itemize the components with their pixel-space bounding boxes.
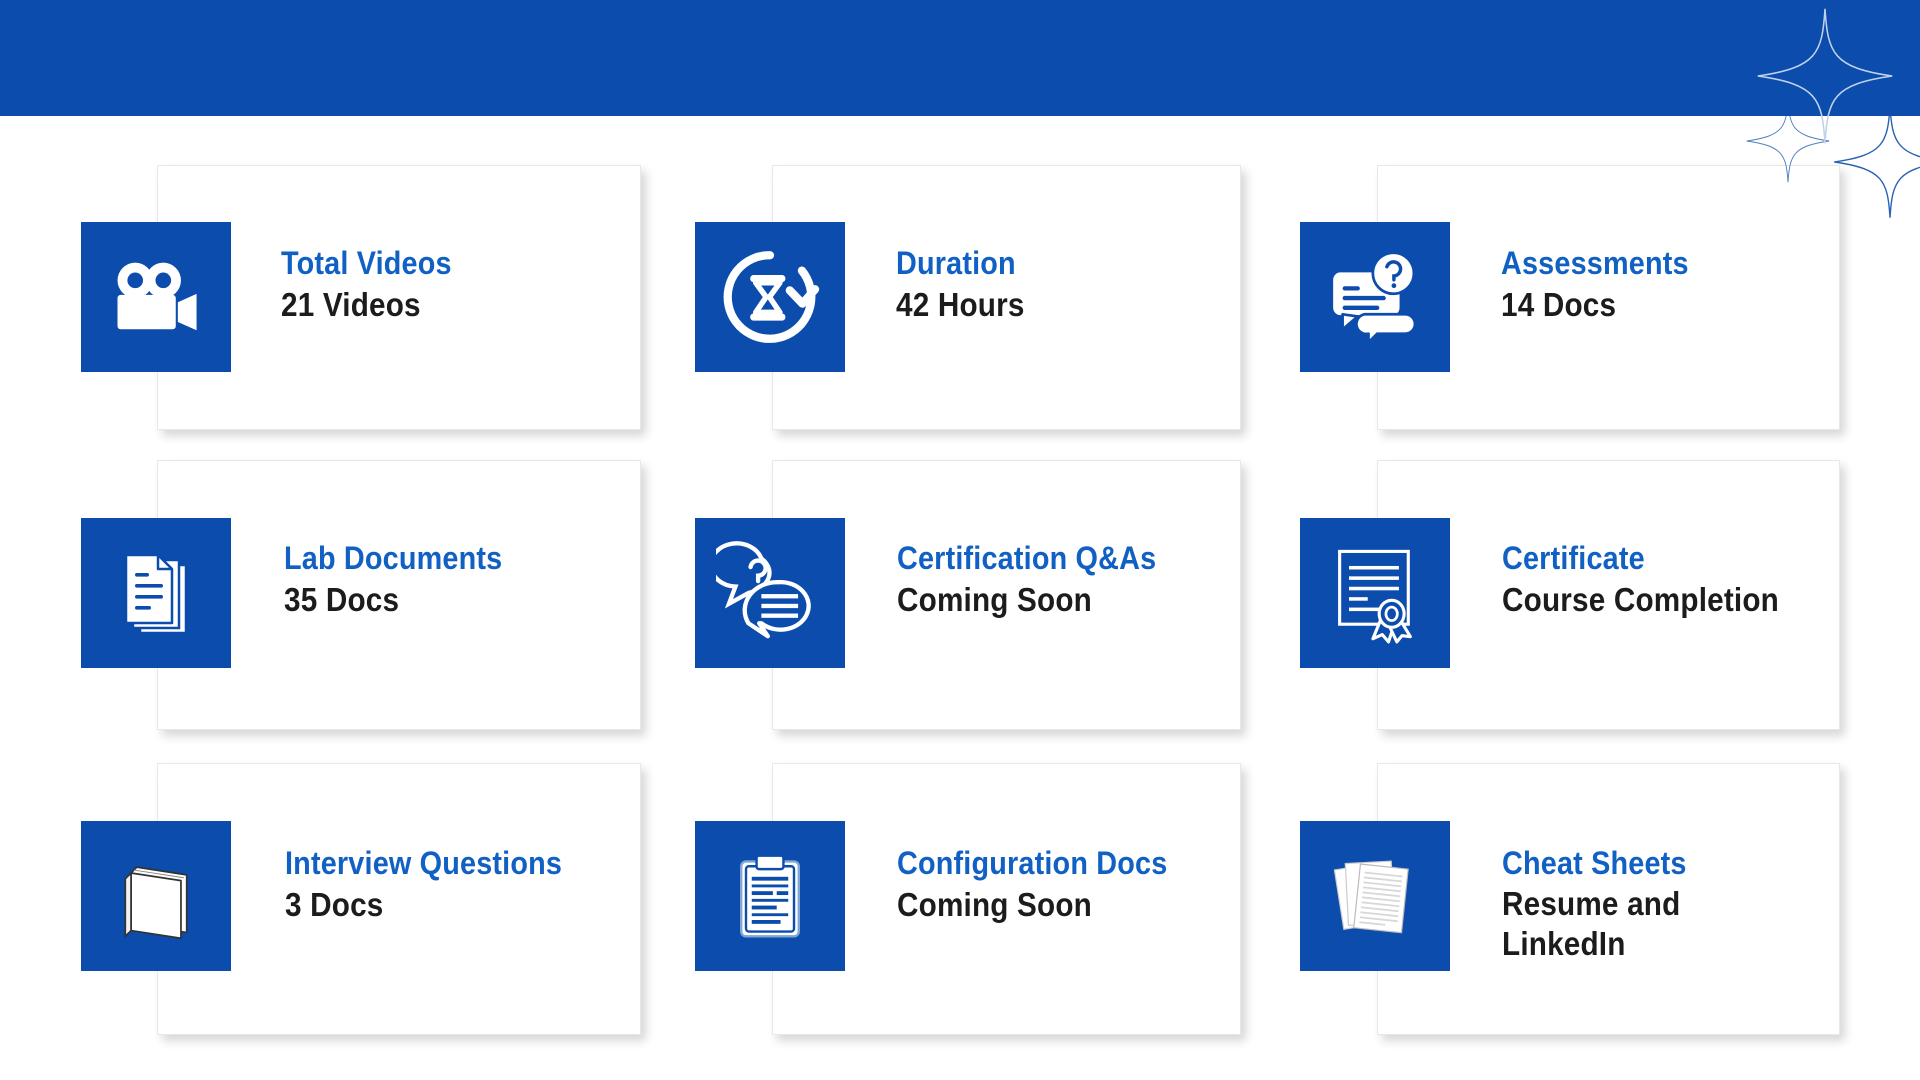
card-title: Interview Questions xyxy=(285,845,563,881)
card-text-block: Interview Questions 3 Docs xyxy=(285,842,593,926)
header-bar xyxy=(0,0,1920,116)
card-value: 35 Docs xyxy=(284,581,400,618)
card-value: Coming Soon xyxy=(897,581,1093,618)
paper-sheets-icon xyxy=(1300,821,1450,971)
feature-card-certification-qas[interactable]: Certification Q&As Coming Soon xyxy=(695,460,1241,730)
feature-card-interview-questions[interactable]: Interview Questions 3 Docs xyxy=(81,763,641,1035)
hourglass-refresh-icon xyxy=(695,222,845,372)
card-text-block: Assessments 14 Docs xyxy=(1501,242,1710,326)
card-text-block: Lab Documents 35 Docs xyxy=(284,537,527,621)
card-value: Course Completion xyxy=(1502,581,1779,618)
feature-card-total-videos[interactable]: Total Videos 21 Videos xyxy=(81,165,641,430)
clipboard-icon xyxy=(695,821,845,971)
card-title: Configuration Docs xyxy=(897,845,1168,881)
card-text-block: Total Videos 21 Videos xyxy=(281,242,471,326)
card-value: 14 Docs xyxy=(1501,286,1617,323)
chat-question-icon xyxy=(1300,222,1450,372)
card-value: Coming Soon xyxy=(897,886,1093,923)
certificate-ribbon-icon xyxy=(1300,518,1450,668)
card-text-block: Certification Q&As Coming Soon xyxy=(897,537,1185,621)
video-camera-icon xyxy=(81,222,231,372)
card-text-block: Duration 42 Hours xyxy=(896,242,1039,326)
card-text-block: Cheat Sheets Resume and LinkedIn xyxy=(1502,842,1707,964)
slide-canvas: What You Will Get Total Vide xyxy=(0,0,1920,1080)
book-icon xyxy=(81,821,231,971)
feature-card-duration[interactable]: Duration 42 Hours xyxy=(695,165,1241,430)
card-text-block: Certificate Course Completion xyxy=(1502,537,1810,621)
feature-card-grid: Total Videos 21 Videos Duration 42 Hours xyxy=(0,0,1920,1080)
card-title: Cheat Sheets xyxy=(1502,845,1687,881)
card-title: Certification Q&As xyxy=(897,540,1157,576)
feature-card-configuration-docs[interactable]: Configuration Docs Coming Soon xyxy=(695,763,1241,1035)
card-value: 42 Hours xyxy=(896,286,1025,323)
card-value: 21 Videos xyxy=(281,286,421,323)
card-title: Duration xyxy=(896,245,1016,281)
documents-stack-icon xyxy=(81,518,231,668)
feature-card-cheat-sheets[interactable]: Cheat Sheets Resume and LinkedIn xyxy=(1300,763,1840,1035)
card-title: Total Videos xyxy=(281,245,452,281)
feature-card-assessments[interactable]: Assessments 14 Docs xyxy=(1300,165,1840,430)
feature-card-certificate[interactable]: Certificate Course Completion xyxy=(1300,460,1840,730)
card-text-block: Configuration Docs Coming Soon xyxy=(897,842,1197,926)
card-title: Certificate xyxy=(1502,540,1645,576)
card-value: 3 Docs xyxy=(285,886,384,923)
speech-bubbles-icon xyxy=(695,518,845,668)
card-value: Resume and LinkedIn xyxy=(1502,885,1681,962)
card-title: Lab Documents xyxy=(284,540,503,576)
card-title: Assessments xyxy=(1501,245,1689,281)
feature-card-lab-documents[interactable]: Lab Documents 35 Docs xyxy=(81,460,641,730)
